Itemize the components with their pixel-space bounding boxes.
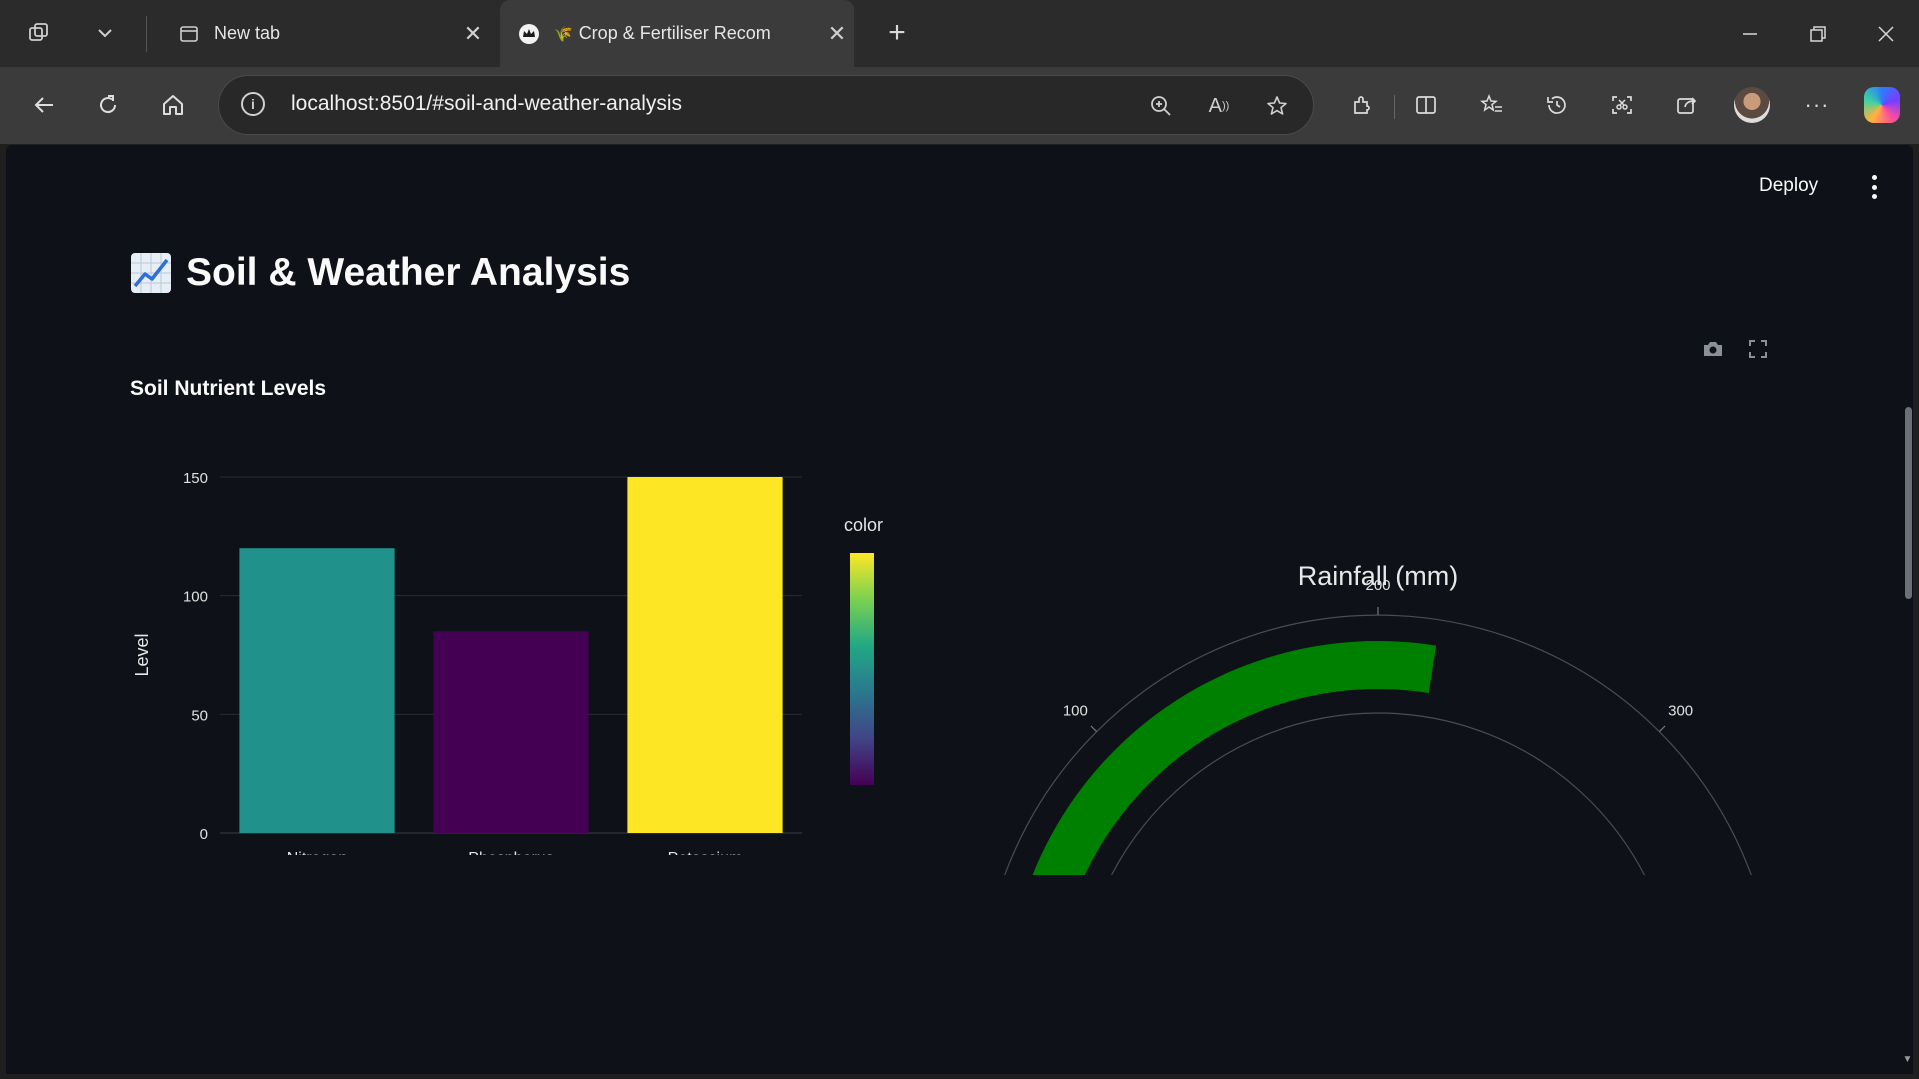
browser-toolbar: i localhost:8501/#soil-and-weather-analy… — [0, 67, 1919, 144]
colorbar — [850, 553, 874, 785]
read-aloud-icon[interactable]: A)) — [1203, 90, 1235, 122]
gauge-tick — [1659, 725, 1666, 732]
favorite-star-icon[interactable] — [1261, 90, 1293, 122]
x-tick-label: Potassium — [668, 850, 743, 855]
close-tab-icon[interactable]: ✕ — [820, 21, 854, 47]
tab-divider — [146, 16, 147, 52]
copilot-icon[interactable] — [1864, 87, 1900, 123]
new-tab-plus-icon[interactable]: + — [880, 16, 914, 50]
tab-title: Crop & Fertiliser Recom — [578, 23, 771, 43]
gauge-title: Rainfall (mm) — [1298, 561, 1459, 591]
page-header: Soil & Weather Analysis — [130, 251, 630, 295]
tab-crop-fertiliser[interactable]: 🌾 Crop & Fertiliser Recom ✕ — [500, 0, 854, 67]
deploy-button[interactable]: Deploy — [1759, 175, 1818, 197]
url-text[interactable]: localhost:8501/#soil-and-weather-analysi… — [291, 92, 682, 116]
gauge-tick-label: 300 — [1668, 702, 1693, 719]
browser-tab-strip: New tab ✕ 🌾 Crop & Fertiliser Recom ✕ + — [0, 0, 1919, 67]
toolbar-separator — [1394, 95, 1395, 119]
restore-icon[interactable] — [1798, 14, 1838, 54]
fullscreen-icon[interactable] — [1744, 335, 1772, 363]
bar-phosphorus — [433, 631, 589, 833]
tab-title: New tab — [214, 23, 281, 43]
scroll-down-arrow-icon[interactable]: ▼ — [1902, 1054, 1913, 1068]
gauge-tick — [1090, 725, 1097, 732]
plant-emoji-icon: 🌾 — [554, 25, 573, 43]
site-info-icon[interactable]: i — [241, 92, 265, 116]
y-tick-label: 150 — [183, 470, 208, 487]
gauge-value-bar — [1032, 641, 1437, 875]
gauge-tick-label: 100 — [1063, 702, 1088, 719]
y-axis-title: Level — [132, 633, 152, 676]
chart-increasing-icon — [131, 253, 171, 293]
tab-list-chevron-icon[interactable] — [90, 18, 120, 48]
profile-avatar[interactable] — [1734, 87, 1770, 123]
address-bar[interactable]: i localhost:8501/#soil-and-weather-analy… — [218, 75, 1314, 135]
screenshot-capture-icon[interactable] — [1602, 85, 1642, 125]
scrollbar-track[interactable] — [1902, 145, 1913, 1074]
page-title: Soil & Weather Analysis — [186, 251, 631, 294]
more-options-icon[interactable]: ··· — [1797, 85, 1837, 125]
extensions-puzzle-icon[interactable] — [1342, 85, 1382, 125]
tab-new-tab[interactable]: New tab ✕ — [160, 0, 490, 67]
x-tick-label: Phosphorus — [468, 850, 553, 855]
share-icon[interactable] — [1667, 85, 1707, 125]
minimize-icon[interactable] — [1730, 14, 1770, 54]
home-icon[interactable] — [153, 85, 193, 125]
section-title: Soil Nutrient Levels — [130, 377, 327, 400]
bar-potassium — [627, 477, 783, 833]
streamlit-crown-icon — [518, 23, 540, 45]
bar-nitrogen — [239, 548, 395, 833]
favorites-list-icon[interactable] — [1472, 85, 1512, 125]
y-tick-label: 0 — [200, 826, 208, 843]
scrollbar-thumb[interactable] — [1905, 407, 1912, 599]
rainfall-gauge: 100200300400Rainfall (mm)220 — [1004, 561, 1752, 875]
close-window-icon[interactable] — [1866, 14, 1906, 54]
new-tab-page-icon — [178, 23, 200, 45]
camera-download-icon[interactable] — [1699, 335, 1727, 363]
history-icon[interactable] — [1537, 85, 1577, 125]
zoom-icon[interactable] — [1145, 90, 1177, 122]
x-tick-label: Nitrogen — [287, 850, 347, 855]
nutrient-bar-chart: 050100150NitrogenPhosphorusPotassiumNutr… — [132, 470, 883, 855]
split-screen-icon[interactable] — [1406, 85, 1446, 125]
back-arrow-icon[interactable] — [24, 85, 64, 125]
streamlit-app: Deploy Soil & Weather Analysis Soil Nutr… — [6, 145, 1913, 1074]
y-tick-label: 100 — [183, 589, 208, 606]
refresh-icon[interactable] — [88, 85, 128, 125]
workspaces-icon[interactable] — [24, 18, 54, 48]
main-menu-kebab-icon[interactable] — [1864, 175, 1884, 199]
y-tick-label: 50 — [191, 707, 208, 724]
colorbar-title: color — [844, 515, 883, 535]
close-tab-icon[interactable]: ✕ — [456, 21, 490, 47]
